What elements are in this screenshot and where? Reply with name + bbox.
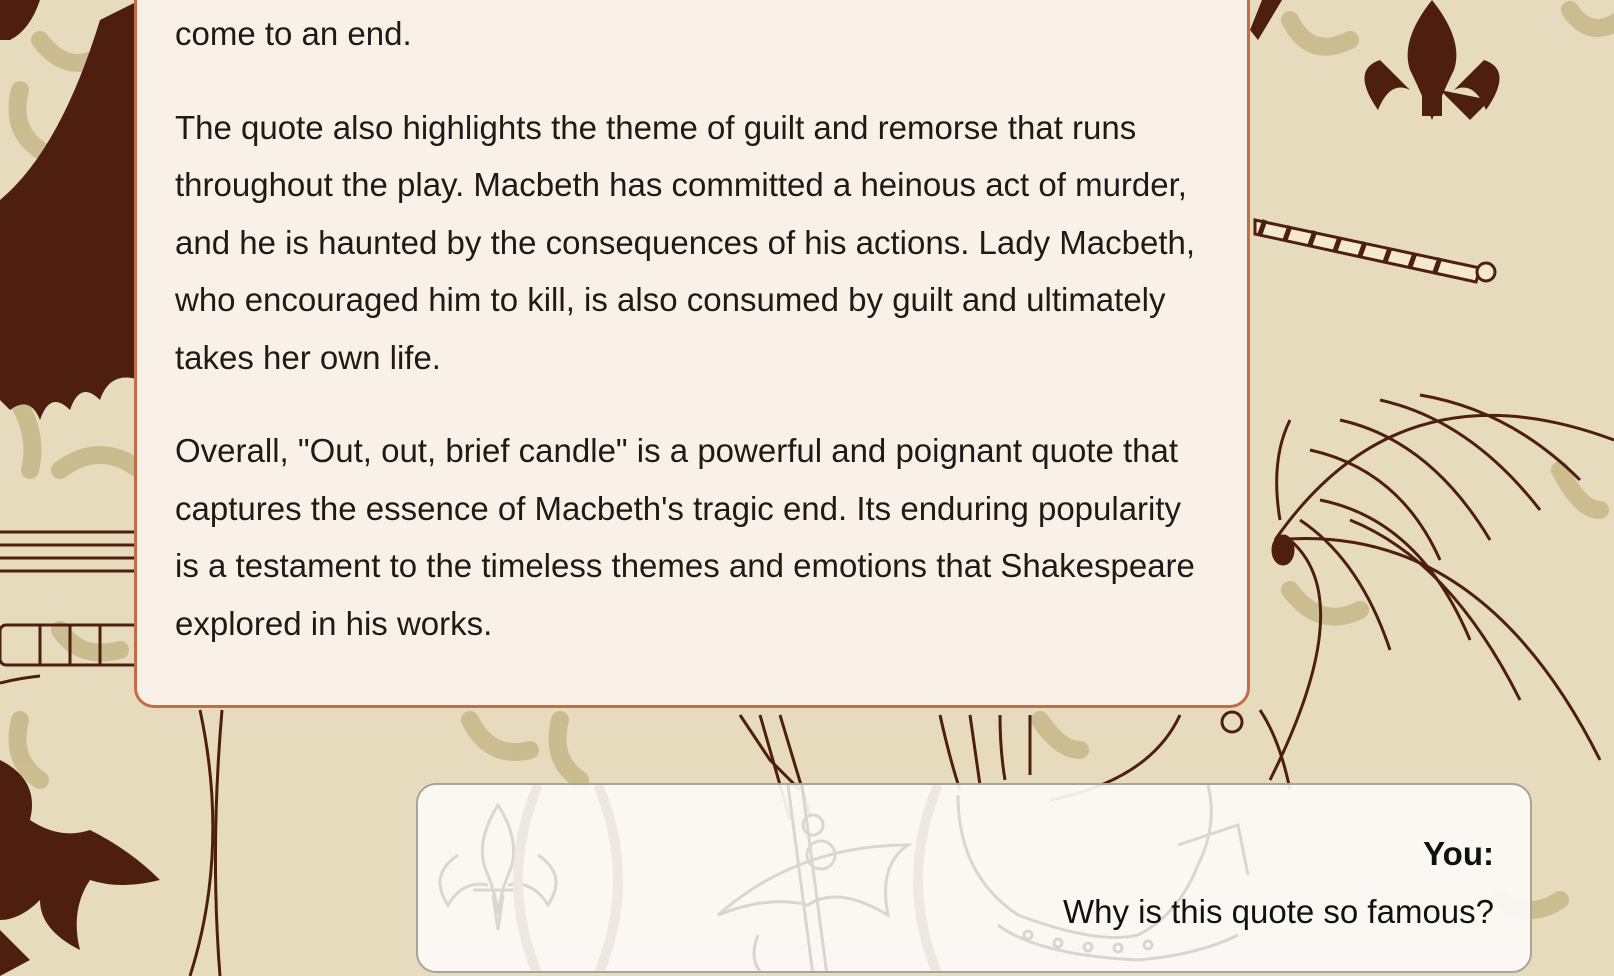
fleur-de-lis-icon — [1364, 0, 1500, 120]
user-message: You: Why is this quote so famous? — [1063, 825, 1494, 941]
user-message-card: You: Why is this quote so famous? — [416, 783, 1532, 973]
sword-hilt-icon — [0, 530, 142, 685]
user-label: You: — [1423, 835, 1494, 872]
assistant-paragraph: The quote also highlights the theme of g… — [175, 108, 1196, 376]
assistant-message-card: come to an end. The quote also highlight… — [134, 0, 1250, 708]
feather-quill-icon — [1268, 393, 1614, 781]
sword-watermark-icon — [717, 785, 913, 971]
staff-lines — [188, 709, 224, 976]
assistant-paragraph: come to an end. — [175, 15, 412, 52]
fleur-de-lis-watermark-icon — [438, 802, 558, 931]
rope-icon — [1250, 0, 1497, 284]
diamond-pattern — [513, 785, 943, 971]
fleur-ornament-icon — [0, 760, 160, 976]
assistant-paragraph: Overall, "Out, out, brief candle" is a p… — [175, 432, 1195, 642]
user-message-text: Why is this quote so famous? — [1062, 893, 1494, 930]
